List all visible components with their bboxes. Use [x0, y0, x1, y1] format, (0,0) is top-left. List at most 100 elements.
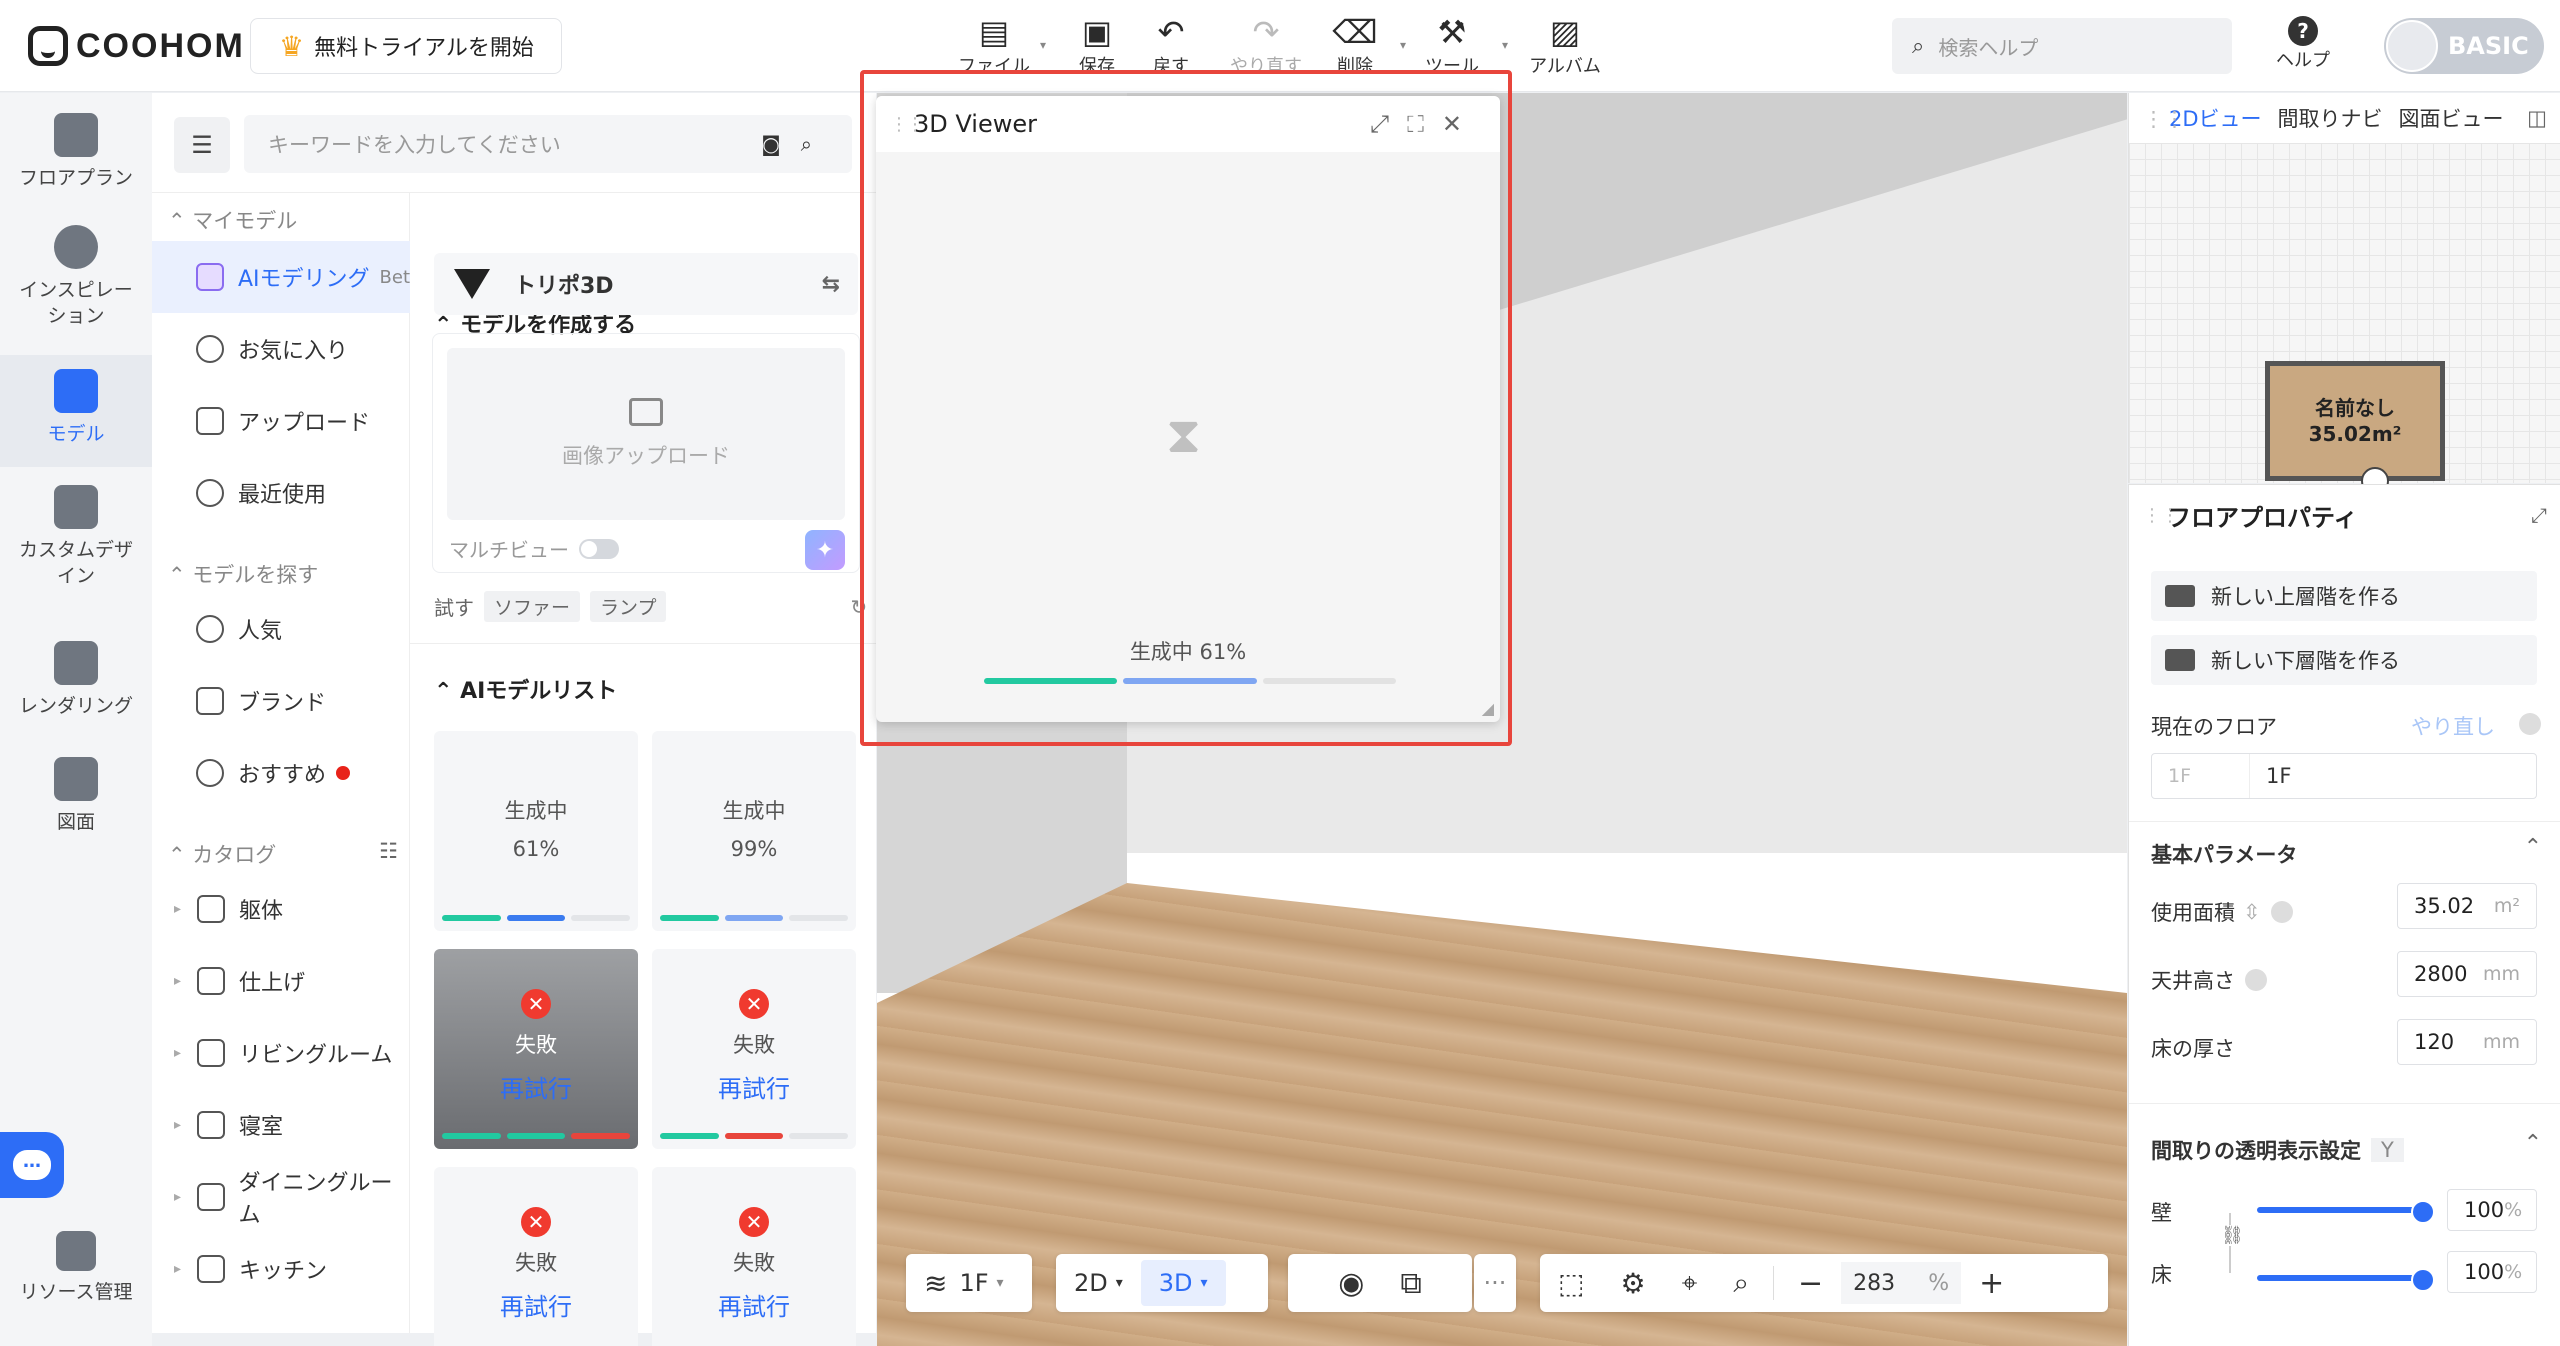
rail-item-floorplan[interactable]: フロアプラン: [0, 113, 152, 191]
list-item-kitchen[interactable]: ▸ キッチン: [152, 1233, 410, 1305]
screenshot-area-icon[interactable]: ⬚: [1540, 1260, 1602, 1306]
my-models-header[interactable]: ⌃ マイモデル: [168, 205, 297, 235]
focus-icon[interactable]: ⌖: [1664, 1260, 1716, 1306]
ai-model-card[interactable]: ✕ 失敗 再試行: [652, 949, 856, 1149]
redo-button[interactable]: ↷ やり直す: [1216, 12, 1316, 78]
close-icon[interactable]: ✕: [1442, 110, 1480, 138]
list-item-popular[interactable]: 人気: [152, 593, 410, 665]
list-item-upload[interactable]: アップロード: [152, 385, 410, 457]
retry-button[interactable]: 再試行: [718, 1287, 790, 1322]
list-item-brand[interactable]: ブランド: [152, 665, 410, 737]
floor-transparency-slider[interactable]: [2257, 1268, 2435, 1292]
expand-icon[interactable]: ⤢: [2531, 503, 2547, 527]
delete-button[interactable]: ⌫ 削除 ▾: [1310, 12, 1406, 78]
tools-button[interactable]: ⚒ ツール ▾: [1402, 12, 1508, 78]
toggle-switch[interactable]: [579, 538, 619, 559]
rail-item-inspiration[interactable]: インスピレー ション: [0, 225, 152, 329]
expand-icon[interactable]: ⤢: [1370, 110, 1407, 138]
tab-drawing-view[interactable]: 図面ビュー: [2399, 103, 2504, 133]
filter-icon[interactable]: ☷: [379, 839, 398, 863]
wall-transparency-input[interactable]: 100%: [2447, 1189, 2537, 1231]
ai-model-card[interactable]: ✕ 失敗 再試行: [652, 1167, 856, 1346]
sort-icon[interactable]: ⇳: [2243, 900, 2261, 924]
rail-item-custom-design[interactable]: カスタムデザ イン: [0, 485, 152, 589]
camera-settings-icon[interactable]: ⚙: [1602, 1260, 1663, 1306]
zoom-in-button[interactable]: +: [1961, 1260, 2022, 1306]
area-input[interactable]: 35.02 m²: [2397, 883, 2537, 929]
ai-model-card[interactable]: 生成中 61%: [434, 731, 638, 931]
drag-handle-icon[interactable]: ⋮⋮: [2143, 505, 2179, 526]
file-menu-button[interactable]: ▤ ファイル ▾: [948, 12, 1046, 78]
free-trial-button[interactable]: ♛ 無料トライアルを開始: [250, 18, 562, 74]
mode-2d-button[interactable]: 2D ▾: [1056, 1260, 1141, 1306]
list-item-finishing[interactable]: ▸ 仕上げ: [152, 945, 410, 1017]
retry-button[interactable]: 再試行: [718, 1069, 790, 1104]
ai-model-card[interactable]: ✕ 失敗 再試行: [434, 949, 638, 1149]
redo-link[interactable]: やり直し: [2411, 711, 2495, 741]
transparency-header[interactable]: 間取りの透明表示設定 Y: [2151, 1135, 2404, 1165]
ai-model-card[interactable]: ✕ 失敗 再試行: [434, 1167, 638, 1346]
list-item-dining-room[interactable]: ▸ ダイニングルーム: [152, 1161, 410, 1233]
ceiling-height-input[interactable]: 2800 mm: [2397, 951, 2537, 997]
camera-search-icon[interactable]: ◙⌕: [761, 132, 832, 156]
basic-params-header[interactable]: 基本パラメータ: [2151, 839, 2297, 869]
zoom-out-button[interactable]: −: [1780, 1260, 1841, 1306]
try-tag-lamp[interactable]: ランプ: [590, 591, 667, 622]
sparkle-generate-button[interactable]: ✦: [805, 530, 845, 570]
drag-handle-icon[interactable]: ⋮⋮: [2143, 107, 2185, 131]
help-button[interactable]: ? ヘルプ: [2268, 16, 2338, 72]
retry-button[interactable]: 再試行: [500, 1287, 572, 1322]
list-item-favorites[interactable]: お気に入り: [152, 313, 410, 385]
ai-model-card[interactable]: 生成中 99%: [652, 731, 856, 931]
floor-selector[interactable]: ≋ 1F ▾: [906, 1254, 1032, 1312]
resize-handle-icon[interactable]: ◢: [1482, 699, 1494, 718]
list-item-ai-modeling[interactable]: AIモデリング Bet: [152, 241, 410, 313]
find-models-header[interactable]: ⌃ モデルを探す: [168, 559, 318, 589]
account-badge[interactable]: BASIC: [2384, 18, 2544, 74]
popout-icon[interactable]: ◫: [2527, 106, 2547, 130]
mode-3d-button[interactable]: 3D ▾: [1140, 1260, 1226, 1306]
help-search-input[interactable]: ⌕ 検索ヘルプ: [1892, 18, 2232, 74]
rail-item-resource-manager[interactable]: リソース管理: [0, 1231, 152, 1305]
list-item-recommended[interactable]: おすすめ: [152, 737, 410, 809]
undo-button[interactable]: ↶ 戻す: [1126, 12, 1216, 78]
ai-model-list-header[interactable]: ⌃ AIモデルリスト: [434, 673, 617, 705]
list-item-bedroom[interactable]: ▸ 寝室: [152, 1089, 410, 1161]
collapse-icon[interactable]: ⌃: [2524, 1131, 2542, 1156]
box-view-icon[interactable]: ⧉: [1382, 1260, 1439, 1306]
zoom-fit-icon[interactable]: ⌕: [1715, 1260, 1767, 1306]
catalog-header[interactable]: ⌃ カタログ ☷: [168, 839, 398, 869]
rail-item-rendering[interactable]: レンダリング: [0, 641, 152, 719]
chat-button[interactable]: …: [0, 1132, 64, 1198]
rail-item-drawing[interactable]: 図面: [0, 757, 152, 835]
floor-select[interactable]: 1F: [2152, 754, 2250, 798]
zoom-input[interactable]: 283%: [1841, 1262, 1962, 1304]
add-upper-floor-button[interactable]: 新しい上層階を作る: [2151, 571, 2537, 621]
floor-thickness-input[interactable]: 120 mm: [2397, 1019, 2537, 1065]
fullscreen-icon[interactable]: ⛶: [1407, 110, 1442, 138]
navigator-canvas[interactable]: 名前なし 35.02m²: [2129, 143, 2560, 483]
link-icon[interactable]: ⛓: [2221, 1225, 2244, 1246]
floor-name-input[interactable]: 1F: [2250, 764, 2291, 788]
album-button[interactable]: ▨ アルバム: [1520, 12, 1610, 78]
collapse-icon[interactable]: ⌃: [2524, 835, 2542, 860]
more-button[interactable]: ···: [1474, 1254, 1516, 1312]
list-item-structure[interactable]: ▸ 躯体: [152, 873, 410, 945]
drag-handle-icon[interactable]: ⋮⋮: [890, 114, 924, 135]
eye-icon[interactable]: ◉: [1320, 1260, 1382, 1306]
retry-button[interactable]: 再試行: [500, 1069, 572, 1104]
try-tag-sofa[interactable]: ソファー: [484, 591, 581, 622]
room-shape[interactable]: 名前なし 35.02m²: [2265, 361, 2445, 481]
list-item-recent[interactable]: 最近使用: [152, 457, 410, 529]
multiview-toggle[interactable]: マルチビュー: [449, 534, 619, 563]
tab-layout-navi[interactable]: 間取りナビ: [2278, 103, 2383, 133]
swap-icon[interactable]: ⇆: [822, 272, 840, 297]
refresh-icon[interactable]: ↻: [850, 595, 867, 619]
add-lower-floor-button[interactable]: 新しい下層階を作る: [2151, 635, 2537, 685]
list-item-living-room[interactable]: ▸ リビングルーム: [152, 1017, 410, 1089]
floor-transparency-input[interactable]: 100%: [2447, 1251, 2537, 1293]
collapse-panel-icon[interactable]: ☰: [174, 117, 230, 173]
wall-transparency-slider[interactable]: [2257, 1200, 2435, 1224]
viewer-title-bar[interactable]: ⋮⋮ 3D Viewer ⤢⛶✕: [876, 96, 1500, 152]
keyword-search-input[interactable]: キーワードを入力してください ◙⌕: [244, 115, 852, 173]
